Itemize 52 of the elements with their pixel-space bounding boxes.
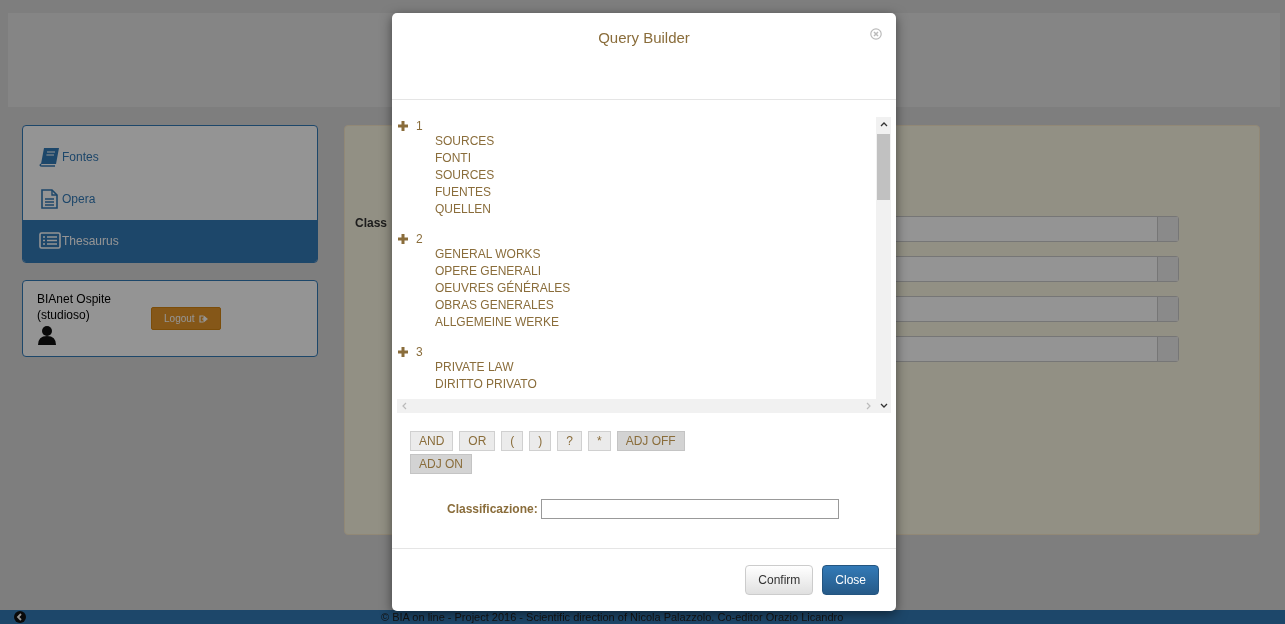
dialog-title: Query Builder — [598, 29, 690, 46]
expand-icon[interactable] — [398, 234, 408, 244]
operator-button[interactable]: ( — [501, 431, 524, 451]
field-label: Classificazione: — [447, 502, 538, 516]
tree-node-label[interactable]: 3 — [416, 345, 423, 359]
user-icon — [37, 325, 57, 345]
sidebar-item[interactable]: Opera — [23, 178, 317, 220]
tree-term[interactable]: OPERE GENERALI — [397, 263, 876, 280]
sidebar-item[interactable]: Thesaurus — [23, 220, 317, 262]
tree-term[interactable]: SOURCES — [397, 167, 876, 184]
tree-term[interactable]: GENERAL WORKS — [397, 246, 876, 263]
expand-icon[interactable] — [398, 347, 408, 357]
list-icon — [39, 231, 61, 251]
operator-button[interactable]: AND — [410, 431, 454, 451]
scroll-right-icon[interactable] — [864, 402, 872, 410]
logout-icon — [198, 314, 208, 323]
vertical-scrollbar[interactable] — [876, 117, 891, 413]
operator-button[interactable]: ADJ OFF — [616, 431, 685, 451]
field-label: Class — [355, 216, 389, 230]
tree-term[interactable]: QUELLEN — [397, 201, 876, 218]
tree-term[interactable]: PRIVATE LAW — [397, 359, 876, 376]
tree-node-label[interactable]: 1 — [416, 119, 423, 133]
footer-text: © BIA on line - Project 2016 - Scientific direction of Nicola Palazzolo. Co-editor Orazio Licandro — [381, 611, 844, 623]
classification-input[interactable] — [540, 499, 839, 519]
operator-button[interactable]: ) — [529, 431, 552, 451]
tree-term[interactable]: SOURCES — [397, 133, 876, 150]
back-icon[interactable] — [14, 611, 26, 623]
user-role: (studioso) — [37, 307, 91, 323]
tree-term[interactable]: OBRAS GENERALES — [397, 297, 876, 314]
tree-term[interactable]: OEUVRES GÉNÉRALES — [397, 280, 876, 297]
horizontal-scrollbar[interactable] — [397, 399, 876, 413]
scroll-down-icon[interactable] — [879, 401, 888, 409]
operator-button[interactable]: OR — [459, 431, 496, 451]
sidebar-item[interactable]: Fontes — [23, 136, 317, 178]
operator-button[interactable]: * — [588, 431, 611, 451]
user-name: BIAnet Ospite — [37, 291, 112, 307]
document-icon — [39, 189, 61, 209]
book-icon — [39, 147, 61, 167]
scrollbar-thumb[interactable] — [877, 134, 890, 200]
tree-term[interactable]: FONTI — [397, 150, 876, 167]
operator-button[interactable]: ADJ ON — [410, 454, 472, 474]
tree-node-label[interactable]: 2 — [416, 232, 423, 246]
operator-button[interactable]: ? — [557, 431, 583, 451]
close-icon[interactable] — [870, 28, 882, 40]
tree-term[interactable]: DIRITTO PRIVATO — [397, 376, 876, 393]
tree-term[interactable]: ALLGEMEINE WERKE — [397, 314, 876, 331]
close-button[interactable]: Close — [822, 565, 879, 595]
expand-icon[interactable] — [398, 121, 408, 131]
scroll-up-icon[interactable] — [879, 121, 888, 129]
confirm-button[interactable]: Confirm — [745, 565, 814, 595]
scroll-left-icon[interactable] — [401, 402, 409, 410]
tree-term[interactable]: FUENTES — [397, 184, 876, 201]
